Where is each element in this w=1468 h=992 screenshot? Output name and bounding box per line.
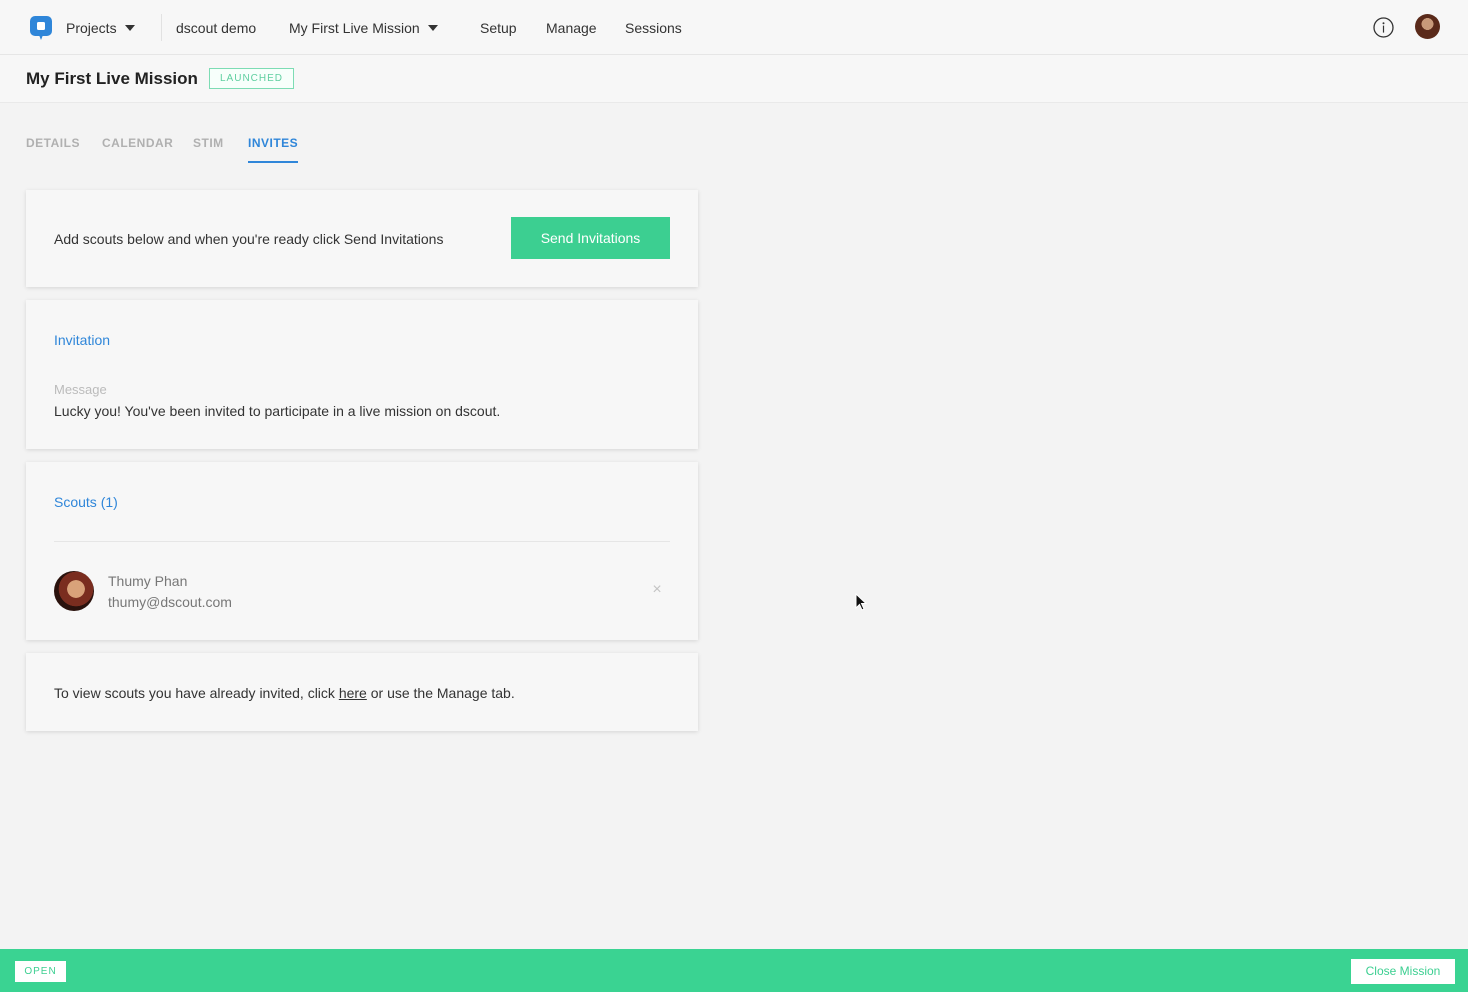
projects-label: Projects bbox=[66, 19, 117, 36]
setup-link[interactable]: Setup bbox=[480, 0, 517, 55]
open-status-badge: OPEN bbox=[15, 961, 66, 982]
invite-instruction: Add scouts below and when you're ready c… bbox=[54, 231, 444, 247]
top-navigation: Projects dscout demo My First Live Missi… bbox=[0, 0, 1468, 55]
mouse-cursor-icon bbox=[855, 593, 867, 611]
scouts-card: Scouts (1) Thumy Phan thumy@dscout.com × bbox=[26, 462, 698, 640]
here-link[interactable]: here bbox=[339, 685, 367, 701]
close-mission-button[interactable]: Close Mission bbox=[1351, 959, 1455, 984]
mission-menu-label: My First Live Mission bbox=[289, 19, 420, 36]
tab-invites[interactable]: INVITES bbox=[248, 136, 299, 163]
projects-menu[interactable]: Projects bbox=[66, 0, 135, 55]
invitation-title[interactable]: Invitation bbox=[54, 332, 110, 348]
mission-menu[interactable]: My First Live Mission bbox=[289, 0, 438, 55]
divider bbox=[54, 541, 670, 542]
mission-header: My First Live Mission LAUNCHED bbox=[0, 55, 1468, 103]
view-invited-note: To view scouts you have already invited,… bbox=[54, 685, 515, 701]
tab-details[interactable]: DETAILS bbox=[26, 136, 80, 163]
nav-divider bbox=[161, 14, 162, 41]
note-text-after: or use the Manage tab. bbox=[366, 685, 515, 701]
scouts-title[interactable]: Scouts (1) bbox=[54, 494, 118, 510]
status-badge: LAUNCHED bbox=[209, 68, 295, 89]
invitation-card: Invitation Message Lucky you! You've bee… bbox=[26, 300, 698, 449]
user-avatar[interactable] bbox=[1415, 14, 1440, 39]
close-icon[interactable]: × bbox=[650, 582, 664, 598]
send-invitations-card: Add scouts below and when you're ready c… bbox=[26, 190, 698, 287]
avatar bbox=[54, 571, 94, 611]
tab-stim[interactable]: STIM bbox=[193, 136, 224, 163]
sessions-link[interactable]: Sessions bbox=[625, 0, 682, 55]
note-text-before: To view scouts you have already invited,… bbox=[54, 685, 339, 701]
manage-link[interactable]: Manage bbox=[546, 0, 597, 55]
tab-calendar[interactable]: CALENDAR bbox=[102, 136, 173, 163]
workspace-link[interactable]: dscout demo bbox=[176, 0, 256, 55]
chevron-down-icon bbox=[427, 24, 438, 31]
scout-name: Thumy Phan bbox=[108, 573, 188, 589]
message-text[interactable]: Lucky you! You've been invited to partic… bbox=[54, 403, 500, 419]
dscout-logo-icon[interactable] bbox=[30, 16, 52, 40]
message-label: Message bbox=[54, 382, 107, 397]
mission-title: My First Live Mission bbox=[26, 69, 198, 88]
view-invited-card: To view scouts you have already invited,… bbox=[26, 653, 698, 731]
scout-email: thumy@dscout.com bbox=[108, 594, 232, 610]
mission-footer: OPEN Close Mission bbox=[0, 949, 1468, 992]
chevron-down-icon bbox=[124, 24, 135, 31]
send-invitations-button[interactable]: Send Invitations bbox=[511, 217, 670, 259]
info-icon[interactable] bbox=[1373, 17, 1394, 38]
